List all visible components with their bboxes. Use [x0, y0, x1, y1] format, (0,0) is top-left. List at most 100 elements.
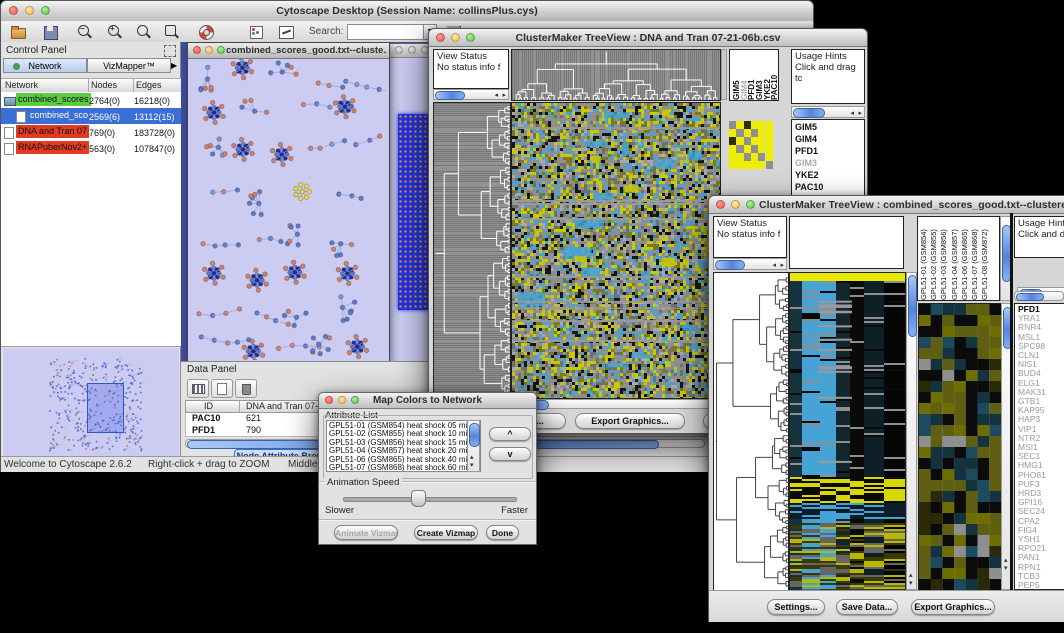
network-overview-canvas[interactable]: [3, 348, 179, 458]
column-label[interactable]: GPL51-01 (GSM854): [919, 217, 929, 300]
attribute-list-item[interactable]: GPL51-07 (GSM868) heat shock 60 min: [329, 464, 478, 472]
dendrogram-scroll-strip[interactable]: [721, 49, 727, 100]
column-label[interactable]: GIM5: [732, 50, 740, 100]
network-list-row[interactable]: DNA and Tran 07769(0)183728(0): [1, 124, 181, 140]
network-list-row[interactable]: RNAPuberNov2+563(0)107847(0): [1, 140, 181, 156]
heatmap-global-canvas[interactable]: [511, 102, 721, 399]
help-icon[interactable]: [197, 23, 217, 40]
gene-list-panel[interactable]: PFD1YRA1RNR4MSL1SPC98CLN1NIS1BUD4ELG1MAK…: [1014, 303, 1064, 590]
usage-hints-title: Usage Hints: [795, 51, 861, 62]
column-labels-panel[interactable]: GIM5GIM4PFD1GIM3YKE2PAC10: [729, 49, 779, 101]
attribute-list-scrollbar[interactable]: ▴▾: [467, 420, 480, 472]
column-label[interactable]: GIM3: [755, 50, 763, 100]
gene-list-hscrollbar[interactable]: [1014, 291, 1064, 301]
zoom-selected-icon[interactable]: [162, 23, 182, 40]
animation-slider-track[interactable]: [343, 497, 517, 502]
search-input[interactable]: [347, 24, 425, 40]
delete-attribute-icon[interactable]: [235, 379, 257, 398]
network-list-row[interactable]: combined_scores2764(0)16218(0): [1, 92, 181, 108]
main-titlebar[interactable]: Cytoscape Desktop (Session Name: collins…: [1, 1, 813, 22]
tab-vizmapper[interactable]: VizMapper™: [87, 58, 171, 73]
attribute-select-icon[interactable]: [187, 379, 209, 398]
col-network[interactable]: Network: [5, 80, 38, 90]
matrix-cell: [736, 153, 743, 161]
matrix-cell: [758, 121, 765, 129]
new-attribute-icon[interactable]: [211, 379, 233, 398]
minimize-button[interactable]: [408, 46, 416, 54]
column-label[interactable]: GPL51-07 (GSM868): [970, 217, 980, 300]
move-up-button[interactable]: ^: [489, 427, 531, 441]
col-nodes[interactable]: Nodes: [91, 80, 117, 90]
zoom-button[interactable]: [746, 200, 755, 209]
gene-label[interactable]: GIM4: [795, 133, 861, 145]
row-dendrogram-canvas[interactable]: [713, 272, 789, 591]
network-list-row[interactable]: combined_sco2569(6)13112(15): [1, 108, 181, 124]
animate-vizmap-button[interactable]: Animate Vizmap: [334, 525, 398, 540]
move-down-button[interactable]: v: [489, 447, 531, 461]
zoom-out-icon[interactable]: −: [75, 23, 95, 40]
vizmapper-tool-icon[interactable]: [247, 23, 267, 40]
matrix-cell: [766, 145, 773, 153]
inner-window-titlebar[interactable]: combined_scores_good.txt--cluste...: [188, 43, 389, 59]
col-id[interactable]: ID: [204, 401, 213, 411]
save-icon[interactable]: [41, 23, 61, 40]
gene-label[interactable]: PAC10: [795, 181, 861, 193]
zoom-fit-icon[interactable]: [134, 23, 154, 40]
dense-network-cluster[interactable]: [398, 114, 429, 310]
treeview2-titlebar[interactable]: ClusterMaker TreeView : combined_scores_…: [709, 196, 1064, 214]
attribute-list[interactable]: GPL51-01 (GSM854) heat shock 05 minGPL51…: [326, 420, 481, 472]
minimize-button[interactable]: [731, 200, 740, 209]
heatmap-zoom-canvas[interactable]: [918, 303, 1002, 591]
gene-label[interactable]: GIM3: [795, 157, 861, 169]
matrix-cell: [766, 161, 773, 169]
gene-label[interactable]: YKE2: [795, 169, 861, 181]
view-status-scrollbar[interactable]: ◂▸: [713, 258, 787, 270]
column-label[interactable]: PFD1: [747, 50, 755, 100]
view-status-scrollbar[interactable]: ◂▸: [433, 89, 509, 100]
column-dendrogram-canvas[interactable]: [511, 49, 721, 101]
button-export-graphics[interactable]: Export Graphics...: [575, 413, 685, 429]
column-label[interactable]: GPL51-04 (GSM857): [950, 217, 960, 300]
column-label[interactable]: GPL51-06 (GSM865): [960, 217, 970, 300]
zoom-button[interactable]: [217, 46, 225, 54]
float-panel-icon[interactable]: [164, 45, 176, 57]
open-file-icon[interactable]: [9, 23, 29, 40]
close-button[interactable]: [716, 200, 725, 209]
column-label[interactable]: GPL51-02 (GSM855): [929, 217, 939, 300]
treeview1-titlebar[interactable]: ClusterMaker TreeView : DNA and Tran 07-…: [429, 29, 867, 47]
row-dendrogram-canvas[interactable]: [433, 102, 511, 399]
create-vizmap-button[interactable]: Create Vizmap: [414, 525, 478, 540]
heatmap-zoom-matrix[interactable]: [729, 121, 773, 169]
tab-network[interactable]: Network: [3, 58, 87, 73]
treeview1-title: ClusterMaker TreeView : DNA and Tran 07-…: [429, 32, 867, 44]
heatmap-vscrollbar[interactable]: ▴▾: [906, 272, 917, 590]
column-label[interactable]: GPL51-08 (GSM872): [980, 217, 990, 300]
button-export-graphics[interactable]: Export Graphics...: [911, 599, 995, 615]
matrix-cell: [766, 153, 773, 161]
column-labels-panel[interactable]: GPL51-01 (GSM854)GPL51-02 (GSM855)GPL51-…: [917, 216, 1000, 301]
cell-value: 621: [246, 413, 261, 423]
heatmap-global-canvas[interactable]: [789, 272, 906, 591]
button-settings[interactable]: Settings...: [767, 599, 825, 615]
col-edges[interactable]: Edges: [136, 80, 162, 90]
animation-slider-thumb[interactable]: [411, 490, 426, 507]
matrix-cell: [751, 137, 758, 145]
done-button[interactable]: Done: [486, 525, 519, 540]
usage-hints-scrollbar[interactable]: ◂▸: [791, 106, 865, 118]
button-save-data[interactable]: Save Data...: [836, 599, 898, 615]
annotation-icon[interactable]: [277, 23, 297, 40]
column-label[interactable]: PAC10: [770, 50, 778, 100]
close-button[interactable]: [193, 46, 201, 54]
zoom-in-icon[interactable]: +: [105, 23, 125, 40]
column-label[interactable]: GPL51-03 (GSM856): [939, 217, 949, 300]
network-view-canvas[interactable]: [189, 59, 386, 360]
minimize-button[interactable]: [205, 46, 213, 54]
gene-label[interactable]: PFD1: [795, 145, 861, 157]
gene-label[interactable]: GIM5: [795, 121, 861, 133]
view-status-text: No status info f: [437, 62, 505, 73]
tab-overflow-arrow[interactable]: ▶: [171, 58, 179, 73]
close-button[interactable]: [395, 46, 403, 54]
dialog-titlebar[interactable]: Map Colors to Network: [319, 393, 536, 409]
matrix-cell: [744, 121, 751, 129]
network-table-header: Network Nodes Edges: [1, 78, 181, 93]
